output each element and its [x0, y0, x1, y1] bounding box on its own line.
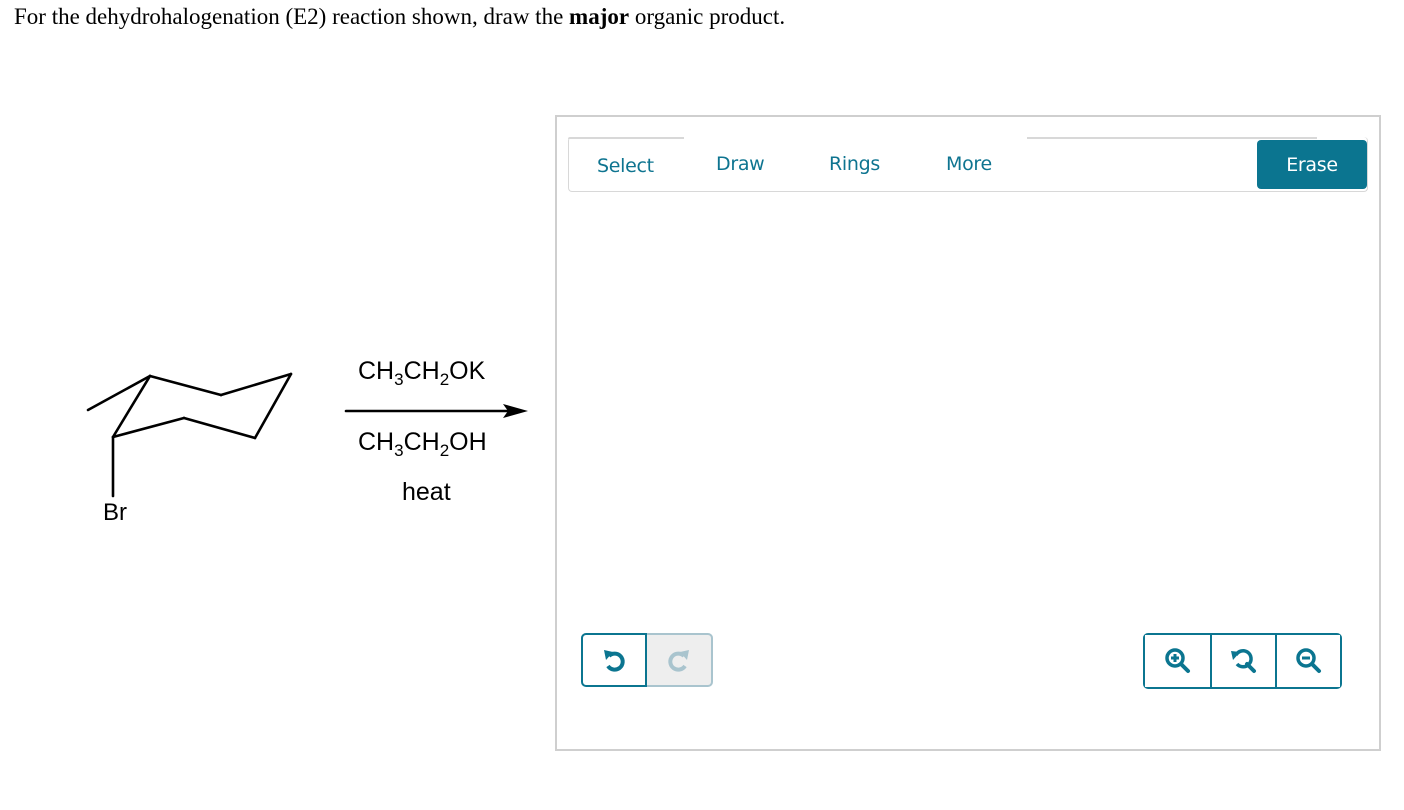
- erase-button[interactable]: Erase: [1257, 140, 1367, 189]
- reagent-subscript: 2: [439, 441, 450, 460]
- question-text-suffix: organic product.: [629, 4, 786, 29]
- history-controls: [581, 633, 713, 687]
- reactant-structure: [86, 372, 528, 498]
- solvent-below-arrow: CH3CH2OH: [358, 428, 487, 460]
- tab-rings[interactable]: Rings: [829, 153, 880, 175]
- undo-button[interactable]: [581, 633, 647, 687]
- zoom-in-icon: [1164, 648, 1190, 673]
- zoom-in-button[interactable]: [1145, 635, 1210, 687]
- reagent-text: OK: [449, 357, 486, 385]
- structure-editor: Select Draw Rings More Erase: [555, 115, 1381, 751]
- redo-icon: [668, 650, 689, 672]
- reagent-text: CH: [358, 357, 395, 385]
- bond: [148, 374, 223, 397]
- zoom-controls: [1143, 633, 1342, 689]
- question-emphasis: major: [569, 4, 630, 29]
- zoom-reset-icon: [1230, 649, 1256, 673]
- tab-more[interactable]: More: [946, 153, 992, 175]
- zoom-out-button[interactable]: [1275, 635, 1340, 687]
- bond: [182, 416, 257, 440]
- bromine-label: Br: [103, 499, 127, 526]
- reagent-text: CH: [403, 357, 440, 385]
- tab-select[interactable]: Select: [597, 155, 654, 177]
- reagent-text: OH: [449, 428, 487, 456]
- reagent-subscript: 3: [394, 441, 404, 460]
- zoom-out-icon: [1295, 648, 1321, 673]
- reagent-text: CH: [358, 428, 395, 456]
- reagent-above-arrow: CH3CH2OK: [358, 357, 486, 389]
- zoom-reset-button[interactable]: [1210, 635, 1275, 687]
- reagent-subscript: 2: [439, 370, 450, 389]
- reaction-condition: heat: [402, 478, 451, 506]
- reagent-subscript: 3: [394, 370, 404, 389]
- reagent-text: CH: [403, 428, 440, 456]
- undo-icon: [604, 650, 625, 672]
- tab-draw[interactable]: Draw: [716, 153, 765, 175]
- redo-button[interactable]: [647, 633, 713, 687]
